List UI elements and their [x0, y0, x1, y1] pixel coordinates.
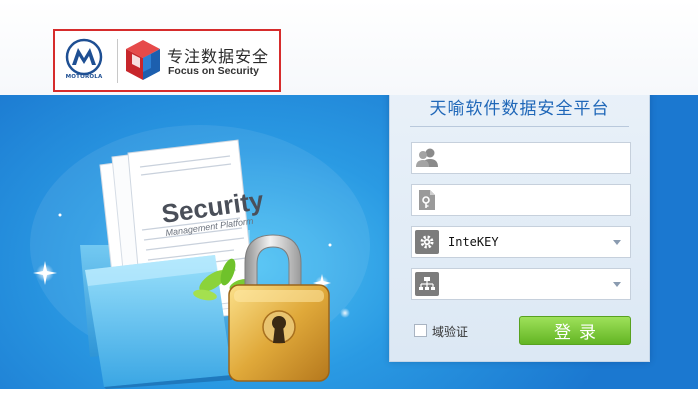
hero-band: Security Management Platform 天喻软件数据安全平台	[0, 95, 698, 389]
bottom-strip	[0, 389, 698, 404]
title-divider	[410, 126, 629, 127]
header-bar: MOTOROLA 专注数据安全 Focus on Security	[0, 0, 698, 95]
motorola-wordmark: MOTOROLA	[65, 74, 103, 80]
username-field[interactable]	[411, 142, 631, 174]
chevron-down-icon[interactable]	[613, 282, 621, 287]
slogan-chinese: 专注数据安全	[167, 47, 270, 66]
device-select[interactable]: InteKEY	[411, 226, 631, 258]
platform-title: 天喻软件数据安全平台	[429, 99, 610, 119]
username-input[interactable]	[444, 147, 614, 169]
login-button[interactable]: 登录	[519, 316, 631, 345]
device-select-value: InteKEY	[448, 235, 499, 249]
cube-logo-icon	[126, 40, 160, 80]
gear-icon	[415, 230, 439, 254]
slogan-english: Focus on Security	[168, 65, 260, 77]
network-icon	[415, 272, 439, 296]
domain-verify-checkbox[interactable]	[414, 324, 427, 337]
logo-divider	[117, 39, 118, 83]
key-file-input[interactable]	[444, 189, 614, 211]
brand-logo-box: MOTOROLA 专注数据安全 Focus on Security	[53, 29, 281, 92]
key-file-icon	[415, 188, 439, 212]
key-file-field[interactable]	[411, 184, 631, 216]
chevron-down-icon[interactable]	[613, 240, 621, 245]
server-select[interactable]	[411, 268, 631, 300]
domain-verify-label: 域验证	[432, 325, 469, 339]
users-icon	[415, 146, 439, 170]
login-panel: 天喻软件数据安全平台 InteKEY 域验证 登录	[389, 95, 650, 362]
